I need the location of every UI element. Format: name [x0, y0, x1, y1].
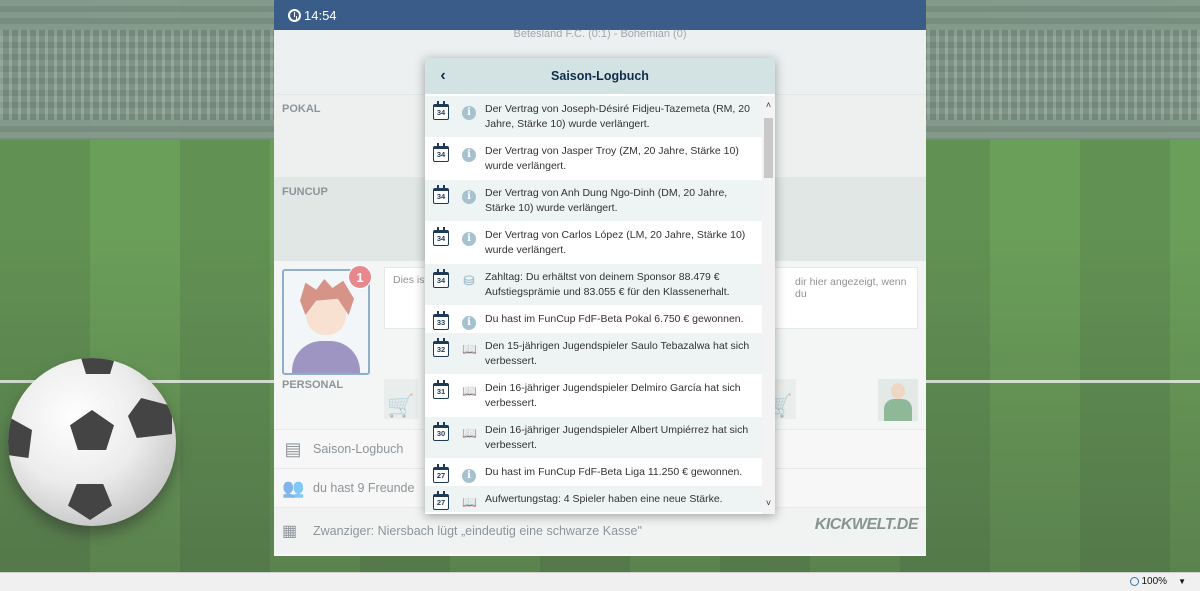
logbook-entry-text: Dein 16-jähriger Jugendspieler Delmiro G… — [485, 382, 741, 409]
scroll-up-icon[interactable]: ˄ — [762, 98, 775, 112]
zoom-icon — [1129, 577, 1139, 586]
logbook-entry: 34 ⛁ Zahltag: Du erhältst von deinem Spons… — [425, 264, 762, 306]
logbook-entry: 34 i Der Vertrag von Anh Dung Ngo-Dinh (DM… — [425, 180, 762, 222]
info-icon: i — [462, 316, 476, 330]
logbook-entry-text: Der Vertrag von Anh Dung Ngo-Dinh (DM, 2… — [485, 187, 728, 214]
logbook-entry-text: Zahltag: Du erhältst von deinem Sponsor … — [485, 271, 730, 298]
book-icon: 📖 — [462, 426, 477, 440]
logbook-entry-text: Der Vertrag von Carlos López (LM, 20 Jah… — [485, 229, 746, 256]
logbook-entry-text: Der Vertrag von Joseph-Désiré Fidjeu-Taz… — [485, 103, 750, 130]
modal-header: ‹ Saison-Logbuch — [425, 58, 775, 94]
calendar-icon: 34 — [433, 227, 449, 246]
modal-title: Saison-Logbuch — [551, 69, 649, 83]
saison-logbuch-modal: ‹ Saison-Logbuch 34 i Der Vertrag von Jose… — [425, 58, 775, 514]
info-icon: i — [462, 148, 476, 162]
scrollbar[interactable]: ˄ ˅ — [762, 96, 775, 514]
calendar-icon: 31 — [433, 380, 449, 399]
logbook-entry-text: Du hast im FunCup FdF-Beta Pokal 6.750 €… — [485, 313, 744, 325]
calendar-icon: 34 — [433, 101, 449, 120]
info-icon: i — [462, 232, 476, 246]
zoom-control[interactable]: 100% ▼ — [1129, 576, 1186, 587]
logbook-entry: 31 📖 Dein 16-jähriger Jugendspieler Delmir… — [425, 375, 762, 417]
book-icon: 📖 — [462, 384, 477, 398]
scroll-down-icon[interactable]: ˅ — [762, 496, 775, 510]
info-icon: i — [462, 469, 476, 483]
calendar-icon: 34 — [433, 269, 449, 288]
logbook-entry-text: Den 15-jährigen Jugendspieler Saulo Teba… — [485, 340, 750, 367]
logbook-entry: 34 i Der Vertrag von Carlos López (LM, 20 … — [425, 222, 762, 264]
calendar-icon: 27 — [433, 491, 449, 510]
logbook-entry-text: Du hast im FunCup FdF-Beta Liga 11.250 €… — [485, 466, 743, 478]
calendar-icon: 27 — [433, 464, 449, 483]
zoom-level: 100% — [1141, 576, 1168, 587]
book-icon: 📖 — [462, 342, 477, 356]
logbook-entry: 27 📖 Aufwertungstag: 4 Spieler haben eine … — [425, 486, 762, 513]
info-icon: i — [462, 106, 476, 120]
calendar-icon: 30 — [433, 422, 449, 441]
logbook-entry: 34 i Der Vertrag von Jasper Troy (ZM, 20 J… — [425, 138, 762, 180]
scrollbar-thumb[interactable] — [764, 118, 773, 178]
book-icon: 📖 — [462, 495, 477, 509]
logbook-entry-text: Aufwertungstag: 4 Spieler haben eine neu… — [485, 493, 723, 505]
logbook-entry-text: Dein 16-jähriger Jugendspieler Albert Um… — [485, 424, 749, 451]
money-icon: ⛁ — [463, 273, 475, 288]
logbook-entry: 30 📖 Dein 16-jähriger Jugendspieler Albert… — [425, 417, 762, 459]
chevron-down-icon: ▼ — [1178, 577, 1186, 586]
logbook-entry: 34 i Der Vertrag von Joseph-Désiré Fidjeu-… — [425, 96, 762, 138]
logbook-entry: 27 i Du hast im FunCup FdF-Beta Liga 11.25… — [425, 459, 762, 486]
calendar-icon: 32 — [433, 338, 449, 357]
logbook-list[interactable]: 34 i Der Vertrag von Joseph-Désiré Fidjeu-… — [425, 96, 762, 514]
calendar-icon: 34 — [433, 143, 449, 162]
calendar-icon: 34 — [433, 185, 449, 204]
back-chevron-icon[interactable]: ‹ — [435, 66, 451, 86]
logbook-entry-text: Der Vertrag von Jasper Troy (ZM, 20 Jahr… — [485, 145, 739, 172]
calendar-icon: 33 — [433, 311, 449, 330]
logbook-entry: 33 i Du hast im FunCup FdF-Beta Pokal 6.75… — [425, 306, 762, 333]
browser-status-bar: 100% ▼ — [0, 572, 1200, 591]
logbook-entry: 32 📖 Den 15-jährigen Jugendspieler Saulo T… — [425, 333, 762, 375]
info-icon: i — [462, 190, 476, 204]
